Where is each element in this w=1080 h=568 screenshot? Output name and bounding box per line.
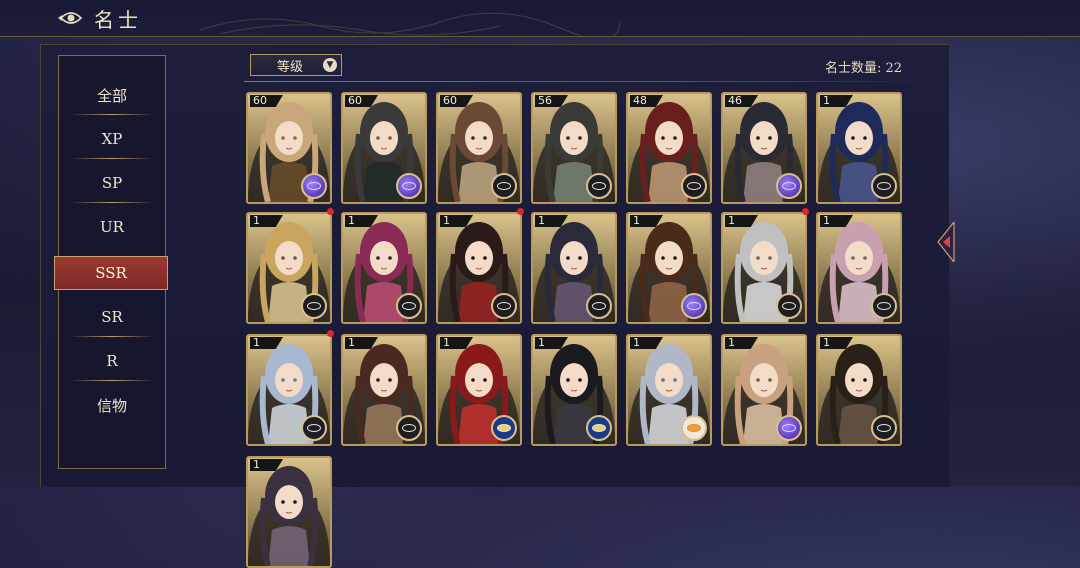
character-card[interactable]: 56 [531, 92, 617, 204]
eye-badge-icon [681, 173, 707, 199]
character-card[interactable]: 1 [721, 212, 807, 324]
sidebar-item-0[interactable]: 全部 [58, 78, 166, 112]
character-card[interactable]: 1 [246, 456, 332, 568]
purple-orb-icon [776, 415, 802, 441]
badge-core [592, 302, 606, 310]
badge-core [402, 182, 416, 190]
badge-core [782, 424, 796, 432]
eye-badge-icon [491, 293, 517, 319]
sidebar-item-6[interactable]: R [58, 344, 166, 378]
character-card[interactable]: 1 [816, 334, 902, 446]
character-card[interactable]: 1 [531, 212, 617, 324]
badge-core [307, 182, 321, 190]
purple-orb-icon [396, 173, 422, 199]
notification-dot [802, 208, 809, 215]
eye-badge-icon [871, 415, 897, 441]
eye-badge-icon [871, 173, 897, 199]
eye-badge-icon [396, 415, 422, 441]
blue-eye-badge-icon [586, 415, 612, 441]
badge-core [307, 424, 321, 432]
character-card[interactable]: 1 [721, 334, 807, 446]
sidebar-divider [70, 336, 154, 337]
eye-badge-icon [301, 293, 327, 319]
badge-core [497, 182, 511, 190]
divider [244, 81, 934, 82]
sidebar-item-ssr[interactable]: SSR [54, 256, 168, 290]
sidebar-item-1[interactable]: XP [58, 122, 166, 156]
badge-core [877, 302, 891, 310]
character-card[interactable]: 1 [341, 334, 427, 446]
back-icon[interactable] [58, 8, 84, 28]
eye-badge-icon [396, 293, 422, 319]
eye-badge-icon [301, 415, 327, 441]
eye-badge-icon [871, 293, 897, 319]
badge-core [782, 302, 796, 310]
sidebar-divider [70, 158, 154, 159]
character-card[interactable]: 1 [436, 334, 522, 446]
character-portrait [248, 458, 330, 566]
notification-dot [327, 208, 334, 215]
badge-core [592, 182, 606, 190]
badge-core [687, 302, 701, 310]
badge-core [497, 424, 511, 432]
character-card[interactable]: 1 [531, 334, 617, 446]
sidebar-item-2[interactable]: SP [58, 166, 166, 200]
character-card[interactable]: 1 [816, 212, 902, 324]
sidebar-divider [70, 380, 154, 381]
sort-label: 等级 [277, 59, 304, 75]
sun-badge-icon [681, 415, 707, 441]
cloud-pattern-decoration [200, 12, 620, 36]
page-title: 名士 [94, 7, 142, 32]
purple-orb-icon [776, 173, 802, 199]
eye-badge-icon [491, 173, 517, 199]
character-card[interactable]: 60 [246, 92, 332, 204]
sort-dropdown[interactable]: 等级 ▼ [250, 54, 342, 76]
eye-badge-icon [586, 293, 612, 319]
badge-core [307, 302, 321, 310]
sidebar-divider [70, 114, 154, 115]
character-card[interactable]: 60 [436, 92, 522, 204]
character-card[interactable]: 46 [721, 92, 807, 204]
character-card[interactable]: 1 [626, 212, 712, 324]
badge-core [877, 182, 891, 190]
badge-core [687, 182, 701, 190]
eye-badge-icon [586, 173, 612, 199]
notification-dot [517, 208, 524, 215]
sidebar-item-5[interactable]: SR [58, 300, 166, 334]
character-card[interactable]: 48 [626, 92, 712, 204]
character-card[interactable]: 1 [246, 334, 332, 446]
badge-core [592, 424, 606, 432]
character-card[interactable]: 1 [436, 212, 522, 324]
badge-core [402, 302, 416, 310]
blue-eye-badge-icon [491, 415, 517, 441]
badge-core [497, 302, 511, 310]
character-card[interactable]: 1 [626, 334, 712, 446]
character-card[interactable]: 1 [341, 212, 427, 324]
badge-core [402, 424, 416, 432]
character-card[interactable]: 60 [341, 92, 427, 204]
badge-core [687, 424, 701, 432]
character-count: 名士数量: 22 [824, 61, 902, 76]
purple-orb-icon [301, 173, 327, 199]
eye-badge-icon [776, 293, 802, 319]
badge-core [877, 424, 891, 432]
sidebar-item-7[interactable]: 信物 [58, 388, 166, 422]
chevron-down-icon: ▼ [323, 58, 338, 72]
sidebar-item-3[interactable]: UR [58, 210, 166, 244]
top-bar: 名士 [0, 0, 1080, 37]
sidebar-divider [70, 202, 154, 203]
purple-orb-icon [681, 293, 707, 319]
badge-core [782, 182, 796, 190]
character-card[interactable]: 1 [246, 212, 332, 324]
expand-arrow-icon[interactable] [934, 222, 956, 262]
character-card[interactable]: 1 [816, 92, 902, 204]
notification-dot [327, 330, 334, 337]
